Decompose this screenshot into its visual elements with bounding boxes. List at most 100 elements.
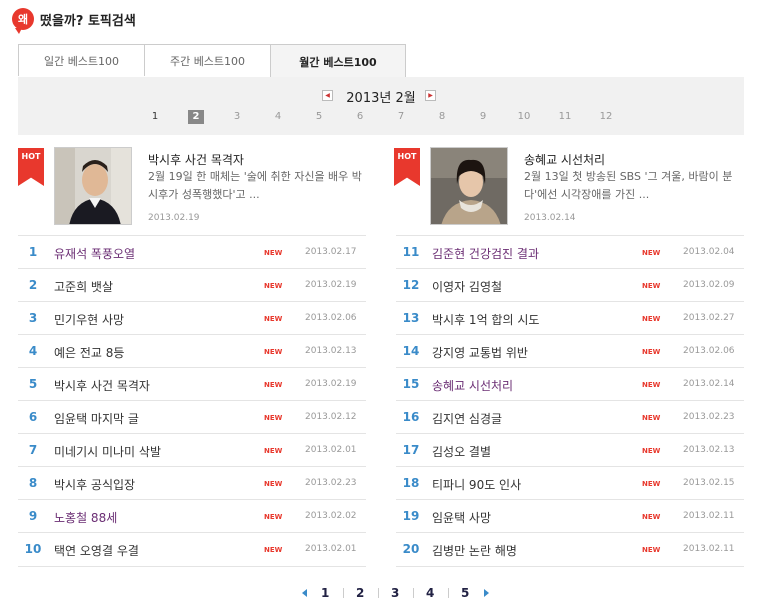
rank-number: 8 bbox=[28, 476, 38, 490]
day-link[interactable]: 1 bbox=[147, 110, 163, 124]
keyword-link[interactable]: 티파니 90도 인사 bbox=[432, 476, 521, 493]
day-link[interactable]: 5 bbox=[311, 110, 327, 124]
new-badge: NEW bbox=[264, 447, 283, 455]
prev-month-icon[interactable]: ◀ bbox=[322, 90, 333, 101]
list-item[interactable]: 17 김성오 결별 NEW 2013.02.13 bbox=[396, 433, 744, 466]
day-link[interactable]: 6 bbox=[352, 110, 368, 124]
day-link[interactable]: 4 bbox=[270, 110, 286, 124]
keyword-date: 2013.02.27 bbox=[683, 313, 735, 323]
page-link[interactable]: 1 bbox=[321, 586, 329, 600]
keyword-date: 2013.02.06 bbox=[305, 313, 357, 323]
rank-number: 1 bbox=[28, 245, 38, 259]
keyword-link[interactable]: 송혜교 시선처리 bbox=[432, 377, 513, 394]
new-badge: NEW bbox=[264, 315, 283, 323]
list-item[interactable]: 15 송혜교 시선처리 NEW 2013.02.14 bbox=[396, 367, 744, 400]
featured-title[interactable]: 박시후 사건 목격자 bbox=[148, 151, 244, 168]
keyword-link[interactable]: 김준현 건강검진 결과 bbox=[432, 245, 539, 262]
list-item[interactable]: 6 임윤택 마지막 글 NEW 2013.02.12 bbox=[18, 400, 366, 433]
page-separator bbox=[378, 588, 379, 598]
thumbnail-image[interactable] bbox=[430, 147, 508, 225]
page-separator bbox=[413, 588, 414, 598]
list-item[interactable]: 3 민기우현 사망 NEW 2013.02.06 bbox=[18, 301, 366, 334]
keyword-date: 2013.02.13 bbox=[305, 346, 357, 356]
rank-number: 10 bbox=[24, 542, 42, 556]
keyword-link[interactable]: 박시후 1억 합의 시도 bbox=[432, 311, 539, 328]
list-item[interactable]: 20 김병만 논란 해명 NEW 2013.02.11 bbox=[396, 532, 744, 565]
list-item[interactable]: 2 고준희 뱃살 NEW 2013.02.19 bbox=[18, 268, 366, 301]
keyword-link[interactable]: 민기우현 사망 bbox=[54, 311, 124, 328]
list-item[interactable]: 7 미네기시 미나미 삭발 NEW 2013.02.01 bbox=[18, 433, 366, 466]
next-month-icon[interactable]: ▶ bbox=[425, 90, 436, 101]
period-tabs: 일간 베스트100 주간 베스트100 월간 베스트100 bbox=[18, 44, 744, 78]
featured-date: 2013.02.14 bbox=[524, 213, 576, 223]
keyword-link[interactable]: 예은 전교 8등 bbox=[54, 344, 124, 361]
keyword-link[interactable]: 김지연 심경글 bbox=[432, 410, 502, 427]
keyword-link[interactable]: 임윤택 사망 bbox=[432, 509, 491, 526]
list-item[interactable]: 9 노홍철 88세 NEW 2013.02.02 bbox=[18, 499, 366, 532]
keyword-link[interactable]: 강지영 교통법 위반 bbox=[432, 344, 528, 361]
list-item[interactable]: 11 김준현 건강검진 결과 NEW 2013.02.04 bbox=[396, 235, 744, 268]
day-link[interactable]: 11 bbox=[557, 110, 573, 124]
keyword-link[interactable]: 박시후 사건 목격자 bbox=[54, 377, 150, 394]
rank-number: 6 bbox=[28, 410, 38, 424]
rank-number: 16 bbox=[402, 410, 420, 424]
keyword-link[interactable]: 고준희 뱃살 bbox=[54, 278, 113, 295]
list-item[interactable]: 16 김지연 심경글 NEW 2013.02.23 bbox=[396, 400, 744, 433]
hot-badge: HOT bbox=[394, 148, 420, 186]
day-link[interactable]: 2 bbox=[188, 110, 204, 124]
keyword-link[interactable]: 유재석 폭풍오열 bbox=[54, 245, 135, 262]
page-link[interactable]: 5 bbox=[461, 586, 469, 600]
keyword-link[interactable]: 이영자 김영철 bbox=[432, 278, 502, 295]
new-badge: NEW bbox=[264, 348, 283, 356]
featured-date: 2013.02.19 bbox=[148, 213, 200, 223]
new-badge: NEW bbox=[642, 480, 661, 488]
tab-daily-best[interactable]: 일간 베스트100 bbox=[18, 44, 145, 76]
list-item[interactable]: 4 예은 전교 8등 NEW 2013.02.13 bbox=[18, 334, 366, 367]
new-badge: NEW bbox=[264, 513, 283, 521]
day-link[interactable]: 12 bbox=[598, 110, 614, 124]
list-item[interactable]: 19 임윤택 사망 NEW 2013.02.11 bbox=[396, 499, 744, 532]
keyword-date: 2013.02.12 bbox=[305, 412, 357, 422]
day-link[interactable]: 8 bbox=[434, 110, 450, 124]
list-item[interactable]: 14 강지영 교통법 위반 NEW 2013.02.06 bbox=[396, 334, 744, 367]
keyword-link[interactable]: 김성오 결별 bbox=[432, 443, 491, 460]
next-page-icon[interactable] bbox=[484, 589, 489, 597]
keyword-link[interactable]: 임윤택 마지막 글 bbox=[54, 410, 139, 427]
keyword-link[interactable]: 미네기시 미나미 삭발 bbox=[54, 443, 161, 460]
month-label: 2013년 2월 bbox=[346, 91, 416, 106]
keyword-link[interactable]: 김병만 논란 해명 bbox=[432, 542, 517, 559]
new-badge: NEW bbox=[642, 315, 661, 323]
keyword-date: 2013.02.09 bbox=[683, 280, 735, 290]
rank-number: 11 bbox=[402, 245, 420, 259]
day-link[interactable]: 10 bbox=[516, 110, 532, 124]
tab-monthly-best[interactable]: 월간 베스트100 bbox=[270, 44, 406, 78]
rank-number: 9 bbox=[28, 509, 38, 523]
page-link[interactable]: 3 bbox=[391, 586, 399, 600]
keyword-date: 2013.02.01 bbox=[305, 445, 357, 455]
list-item[interactable]: 12 이영자 김영철 NEW 2013.02.09 bbox=[396, 268, 744, 301]
prev-page-icon[interactable] bbox=[302, 589, 307, 597]
featured-title[interactable]: 송혜교 시선처리 bbox=[524, 151, 605, 168]
list-item[interactable]: 5 박시후 사건 목격자 NEW 2013.02.19 bbox=[18, 367, 366, 400]
day-link[interactable]: 3 bbox=[229, 110, 245, 124]
list-item[interactable]: 8 박시후 공식입장 NEW 2013.02.23 bbox=[18, 466, 366, 499]
rank-number: 18 bbox=[402, 476, 420, 490]
list-divider bbox=[396, 566, 744, 567]
thumbnail-image[interactable] bbox=[54, 147, 132, 225]
list-item[interactable]: 10 택연 오영결 우결 NEW 2013.02.01 bbox=[18, 532, 366, 565]
featured-description: 2월 19일 한 매체는 '술에 취한 자신을 배우 박시후가 성폭행했다'고 … bbox=[148, 170, 362, 201]
keyword-link[interactable]: 택연 오영결 우결 bbox=[54, 542, 139, 559]
tab-weekly-best[interactable]: 주간 베스트100 bbox=[144, 44, 271, 76]
page-link[interactable]: 4 bbox=[426, 586, 434, 600]
list-item[interactable]: 1 유재석 폭풍오열 NEW 2013.02.17 bbox=[18, 235, 366, 268]
list-item[interactable]: 13 박시후 1억 합의 시도 NEW 2013.02.27 bbox=[396, 301, 744, 334]
day-link[interactable]: 7 bbox=[393, 110, 409, 124]
day-link[interactable]: 9 bbox=[475, 110, 491, 124]
page-link[interactable]: 2 bbox=[356, 586, 364, 600]
list-item[interactable]: 18 티파니 90도 인사 NEW 2013.02.15 bbox=[396, 466, 744, 499]
keyword-date: 2013.02.14 bbox=[683, 379, 735, 389]
keyword-link[interactable]: 노홍철 88세 bbox=[54, 509, 117, 526]
keyword-link[interactable]: 박시후 공식입장 bbox=[54, 476, 135, 493]
keyword-date: 2013.02.04 bbox=[683, 247, 735, 257]
rank-number: 3 bbox=[28, 311, 38, 325]
